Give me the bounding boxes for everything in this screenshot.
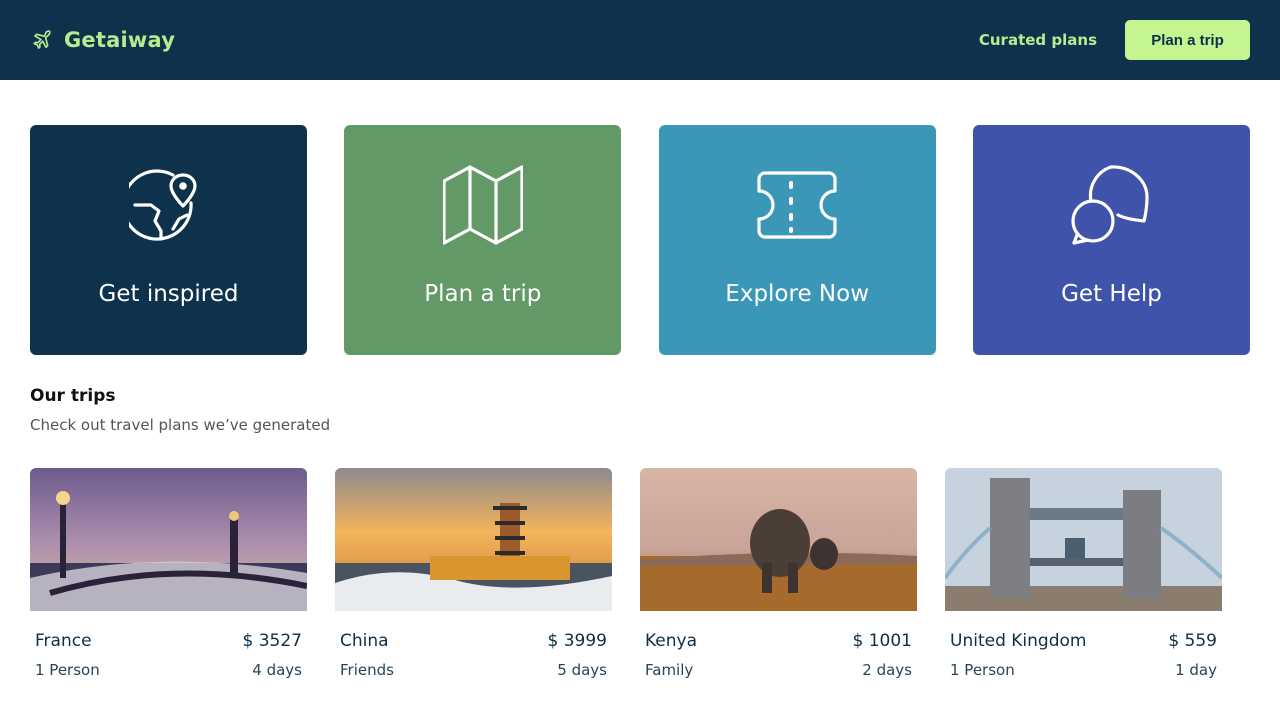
trip-country: France [35, 631, 92, 651]
action-tiles: Get inspired Plan a trip Explore Now Get… [30, 125, 1250, 355]
tile-plan-trip[interactable]: Plan a trip [344, 125, 622, 355]
trip-group: 1 Person [950, 661, 1015, 679]
trip-price: $ 1001 [852, 631, 912, 651]
curated-plans-link[interactable]: Curated plans [979, 31, 1097, 49]
header-nav: Curated plans Plan a trip [979, 20, 1250, 60]
airplane-icon [30, 28, 54, 52]
trip-card-china[interactable]: China $ 3999 Friends 5 days [335, 468, 612, 679]
tile-label: Explore Now [725, 281, 870, 307]
top-nav-bar: Getaiway Curated plans Plan a trip [0, 0, 1280, 80]
trip-card-united-kingdom[interactable]: United Kingdom $ 559 1 Person 1 day [945, 468, 1222, 679]
trip-duration: 5 days [557, 661, 607, 679]
trip-duration: 2 days [862, 661, 912, 679]
trip-image-paris-bridge [30, 468, 307, 611]
tile-label: Get Help [1061, 281, 1162, 307]
brand[interactable]: Getaiway [30, 28, 175, 52]
trip-price: $ 559 [1168, 631, 1217, 651]
plan-trip-button[interactable]: Plan a trip [1125, 20, 1250, 60]
trip-row-main: France $ 3527 [30, 631, 307, 651]
trip-row-meta: 1 Person 1 day [945, 661, 1222, 679]
trip-group: 1 Person [35, 661, 100, 679]
section-title: Our trips [30, 386, 116, 406]
trip-card-france[interactable]: France $ 3527 1 Person 4 days [30, 468, 307, 679]
trip-duration: 4 days [252, 661, 302, 679]
trip-group: Friends [340, 661, 394, 679]
trip-price: $ 3999 [547, 631, 607, 651]
brand-name: Getaiway [64, 28, 176, 52]
tile-label: Get inspired [98, 281, 239, 307]
trip-row-main: Kenya $ 1001 [640, 631, 917, 651]
trip-row-meta: 1 Person 4 days [30, 661, 307, 679]
trip-cards: France $ 3527 1 Person 4 days China $ 39… [30, 468, 1222, 679]
tile-label: Plan a trip [424, 281, 542, 307]
trip-image-china-pagoda [335, 468, 612, 611]
trip-row-main: United Kingdom $ 559 [945, 631, 1222, 651]
trip-row-meta: Family 2 days [640, 661, 917, 679]
trip-row-meta: Friends 5 days [335, 661, 612, 679]
trip-image-tower-bridge [945, 468, 1222, 611]
trip-image-kenya-elephants [640, 468, 917, 611]
trip-duration: 1 day [1175, 661, 1217, 679]
trip-country: United Kingdom [950, 631, 1087, 651]
trip-country: China [340, 631, 389, 651]
ticket-icon [757, 165, 837, 249]
trip-card-kenya[interactable]: Kenya $ 1001 Family 2 days [640, 468, 917, 679]
tile-get-inspired[interactable]: Get inspired [30, 125, 307, 355]
trip-row-main: China $ 3999 [335, 631, 612, 651]
trip-price: $ 3527 [242, 631, 302, 651]
trip-group: Family [645, 661, 694, 679]
tile-get-help[interactable]: Get Help [972, 125, 1250, 355]
globe-pin-icon [121, 165, 209, 249]
tile-explore-now[interactable]: Explore Now [658, 125, 936, 355]
map-icon [442, 165, 524, 249]
trip-country: Kenya [645, 631, 698, 651]
chat-bubbles-icon [1071, 165, 1151, 249]
section-subtitle: Check out travel plans we’ve generated [30, 416, 331, 434]
